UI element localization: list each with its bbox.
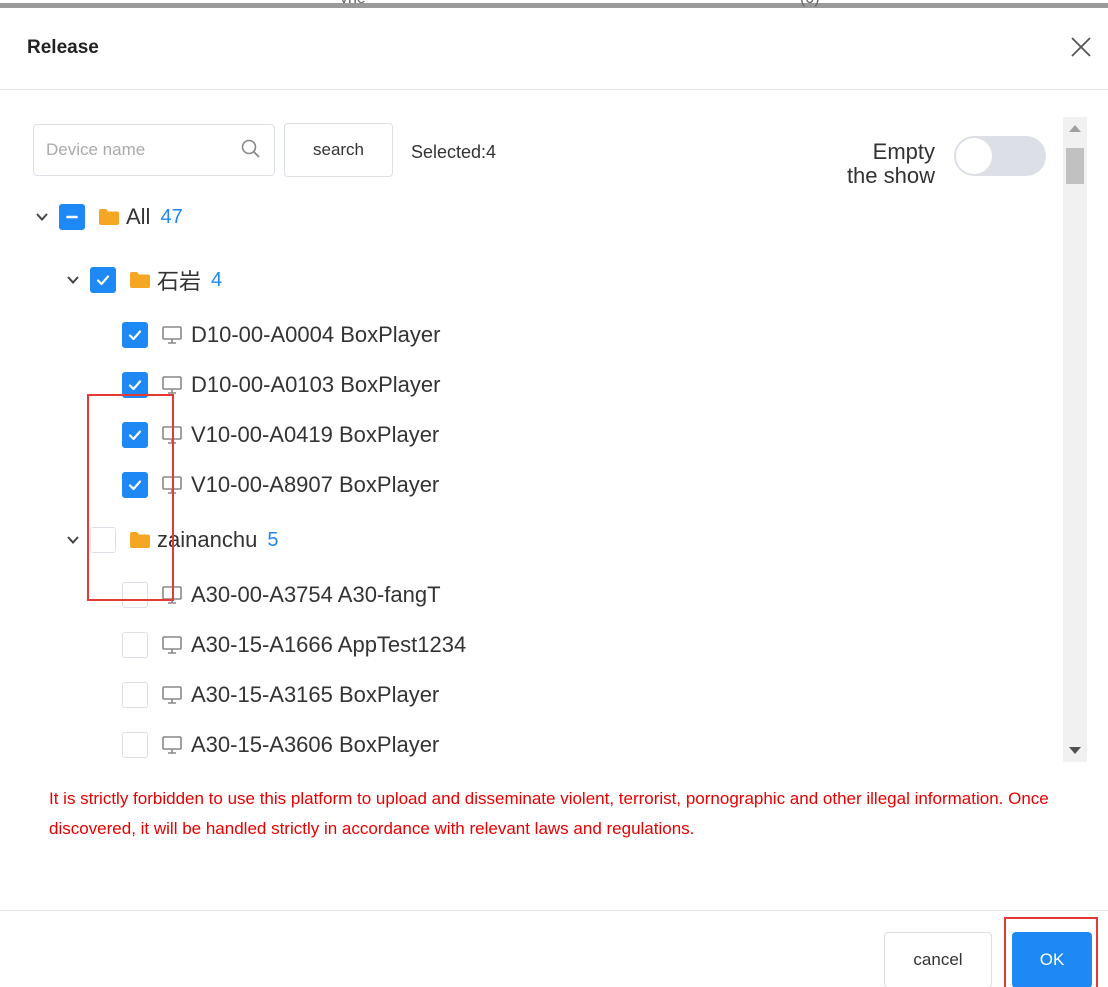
monitor-icon — [161, 374, 183, 396]
tree-node-label: A30-15-A3606 BoxPlayer — [191, 732, 440, 757]
warning-text: It is strictly forbidden to use this pla… — [49, 789, 1049, 838]
checkbox-device[interactable] — [122, 322, 148, 348]
checkbox-device[interactable] — [122, 472, 148, 498]
tree-node-all[interactable]: All 47 — [35, 197, 183, 237]
tree-node-device[interactable]: V10-00-A0419 BoxPlayer — [122, 415, 439, 455]
checkbox-device[interactable] — [122, 732, 148, 758]
tree-node-label: V10-00-A8907 BoxPlayer — [191, 472, 440, 497]
empty-show-label: Empty the show — [847, 140, 935, 188]
device-tree: All 47 石岩 4 D10-00-A0004 BoxPlayer D10-00-A01… — [0, 190, 1060, 758]
tree-node-label: zainanchu — [157, 527, 258, 552]
tree-node-label: A30-15-A1666 AppTest1234 — [191, 632, 467, 657]
cancel-button[interactable]: cancel — [884, 932, 992, 987]
monitor-icon — [161, 584, 183, 606]
empty-show-toggle[interactable] — [954, 136, 1046, 176]
checkbox-group[interactable] — [90, 527, 116, 553]
folder-icon — [129, 271, 151, 289]
search-icon[interactable] — [240, 138, 262, 160]
monitor-icon — [161, 324, 183, 346]
scroll-down-arrow-icon[interactable] — [1069, 747, 1081, 754]
checkbox-all[interactable] — [59, 204, 85, 230]
empty-show-label-line2: the show — [846, 163, 935, 188]
search-button[interactable]: search — [284, 123, 393, 177]
chevron-down-icon[interactable] — [66, 533, 80, 547]
checkbox-device[interactable] — [122, 372, 148, 398]
selected-count: Selected:4 — [411, 142, 497, 162]
empty-show-label-line1: Empty — [872, 139, 935, 164]
dialog-header: Release — [0, 8, 1108, 90]
tree-node-device[interactable]: D10-00-A0103 BoxPlayer — [122, 365, 440, 405]
tree-node-label: A30-00-A3754 A30-fangT — [191, 582, 441, 607]
folder-icon — [98, 208, 120, 226]
tree-node-device[interactable]: A30-00-A3754 A30-fangT — [122, 575, 441, 615]
monitor-icon — [161, 734, 183, 756]
scroll-up-arrow-icon[interactable] — [1069, 125, 1081, 132]
chevron-down-icon[interactable] — [35, 210, 49, 224]
checkbox-group[interactable] — [90, 267, 116, 293]
tree-node-label: A30-15-A3165 BoxPlayer — [191, 682, 440, 707]
monitor-icon — [161, 684, 183, 706]
monitor-icon — [161, 634, 183, 656]
background-text: (0) — [800, 0, 820, 8]
tree-scrollbar[interactable] — [1063, 117, 1087, 762]
tree-node-group[interactable]: 石岩 4 — [66, 260, 222, 300]
tree-node-label: D10-00-A0103 BoxPlayer — [191, 372, 441, 397]
checkbox-device[interactable] — [122, 632, 148, 658]
ok-button[interactable]: OK — [1012, 932, 1092, 987]
tree-node-label: V10-00-A0419 BoxPlayer — [191, 422, 440, 447]
tree-node-label: All — [126, 204, 151, 229]
monitor-icon — [161, 474, 183, 496]
scroll-thumb[interactable] — [1066, 148, 1084, 184]
monitor-icon — [161, 424, 183, 446]
tree-node-device[interactable]: A30-15-A1666 AppTest1234 — [122, 625, 466, 665]
background-page-strip: vne (0) — [0, 0, 1108, 8]
search-input[interactable] — [34, 125, 229, 175]
dialog-title: Release — [27, 37, 99, 58]
tree-node-label: 石岩 — [157, 269, 202, 294]
dialog-footer: cancel OK — [0, 910, 1108, 987]
tree-node-count: 5 — [267, 528, 279, 551]
checkbox-device[interactable] — [122, 582, 148, 608]
close-icon[interactable] — [1068, 34, 1094, 60]
tree-node-device[interactable]: A30-15-A3606 BoxPlayer — [122, 725, 439, 758]
tree-node-device[interactable]: D10-00-A0004 BoxPlayer — [122, 315, 440, 355]
tree-node-label: D10-00-A0004 BoxPlayer — [191, 322, 441, 347]
search-field[interactable] — [33, 124, 275, 176]
tree-node-count: 4 — [211, 268, 223, 291]
tree-node-device[interactable]: A30-15-A3165 BoxPlayer — [122, 675, 439, 715]
checkbox-device[interactable] — [122, 682, 148, 708]
checkbox-device[interactable] — [122, 422, 148, 448]
background-text: vne — [340, 0, 366, 8]
tree-node-count: 47 — [160, 205, 183, 228]
tree-node-group[interactable]: zainanchu 5 — [66, 520, 278, 560]
tree-node-device[interactable]: V10-00-A8907 BoxPlayer — [122, 465, 439, 505]
dialog-body: search Selected:4 Empty the show All 47 石岩… — [0, 90, 1108, 910]
folder-icon — [129, 531, 151, 549]
chevron-down-icon[interactable] — [66, 273, 80, 287]
toggle-knob — [956, 138, 992, 174]
